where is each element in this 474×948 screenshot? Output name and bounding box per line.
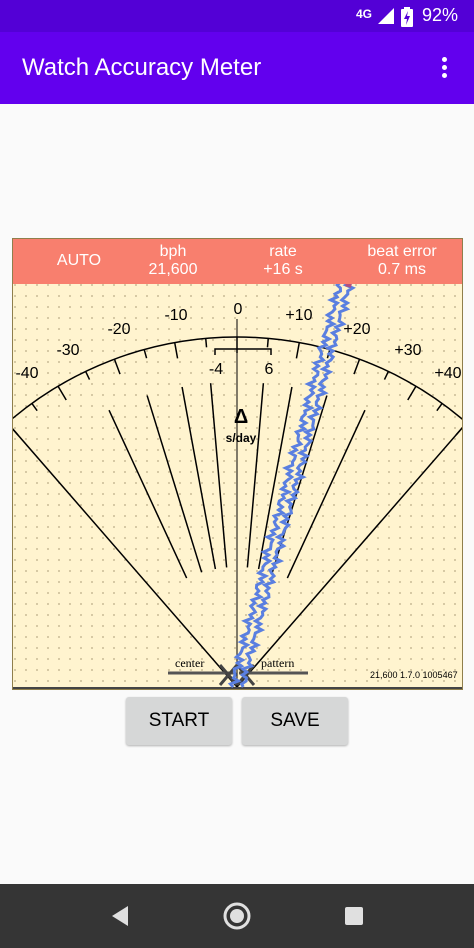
scale-label-plus-40: +40: [434, 365, 462, 382]
navigation-bar: [0, 884, 474, 948]
scale-label-minus-20: -20: [107, 321, 131, 338]
app-title: Watch Accuracy Meter: [22, 54, 262, 81]
delta-unit: s/day: [225, 431, 257, 445]
bph-label: bph: [159, 243, 187, 260]
start-button[interactable]: START: [126, 697, 232, 745]
back-icon[interactable]: [104, 900, 136, 932]
accuracy-meter: AUTO bph 21,600 rate +16 s beat error 0.…: [12, 238, 463, 690]
delta-symbol: Δ: [233, 406, 249, 428]
pattern-label: pattern: [261, 656, 295, 670]
more-vert-icon[interactable]: [432, 54, 456, 82]
bph-value: 21,600: [148, 261, 198, 278]
status-bar: 4G 92%: [0, 0, 474, 32]
save-button[interactable]: SAVE: [242, 697, 348, 745]
recent-apps-icon[interactable]: [338, 900, 370, 932]
scale-label-minus-30: -30: [56, 342, 80, 359]
network-type: 4G: [356, 7, 373, 21]
center-label: center: [175, 656, 205, 670]
beat-error-label: beat error: [367, 243, 437, 260]
scale-label-minus-10: -10: [164, 307, 188, 324]
scale-label-plus-10: +10: [285, 307, 313, 324]
scale-label-plus-30: +30: [394, 342, 422, 359]
home-icon[interactable]: [221, 900, 253, 932]
signal-icon: [378, 8, 394, 24]
version-info: 21,600 1.7.0 1005467: [370, 670, 458, 680]
scale-label-0: 0: [233, 301, 243, 318]
scale-label-minus-40: -40: [15, 365, 39, 382]
dial-tick: [266, 338, 270, 348]
scale-label-plus-20: +20: [343, 321, 371, 338]
beat-error-readout: beat error 0.7 ms: [343, 243, 461, 279]
inner-scale-label-6: 6: [264, 361, 274, 378]
bph-readout: bph 21,600: [135, 243, 211, 279]
battery-charging-icon: [401, 7, 413, 27]
dial-tick: [204, 338, 208, 348]
rate-label: rate: [269, 243, 297, 260]
inner-scale-label-minus-4: -4: [208, 361, 224, 378]
mode-label[interactable]: AUTO: [39, 252, 119, 270]
info-header: AUTO bph 21,600 rate +16 s beat error 0.…: [13, 239, 462, 284]
app-bar: Watch Accuracy Meter: [0, 32, 474, 104]
rate-readout: rate +16 s: [245, 243, 321, 279]
beat-error-value: 0.7 ms: [377, 261, 426, 278]
rate-value: +16 s: [263, 261, 303, 278]
battery-percentage: 92%: [422, 5, 459, 25]
